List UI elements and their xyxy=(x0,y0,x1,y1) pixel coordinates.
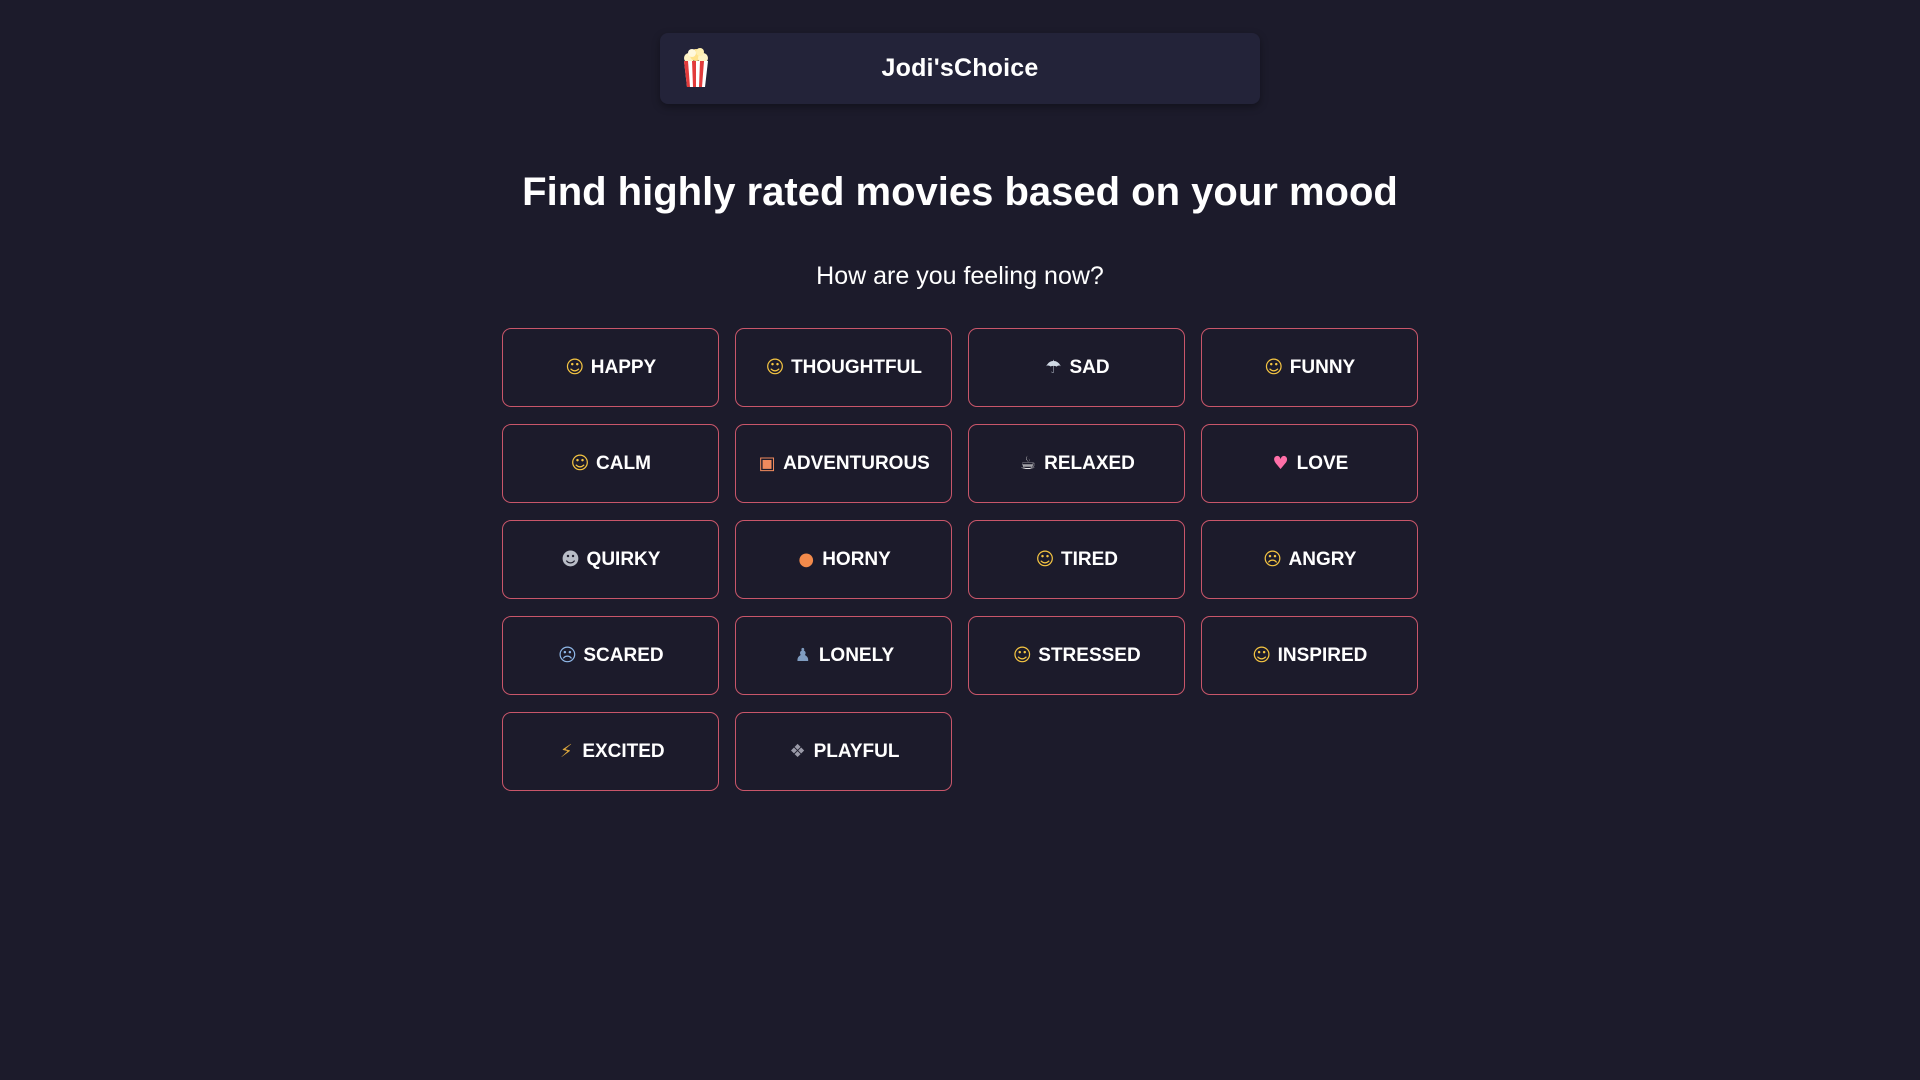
brand-title[interactable]: Jodi'sChoice xyxy=(660,33,1260,104)
mood-label: EXCITED xyxy=(582,740,665,762)
bust-silhouette-icon: ♟ xyxy=(794,644,811,666)
mood-label: HORNY xyxy=(822,548,891,570)
mood-label: SCARED xyxy=(583,644,664,666)
mood-label: FUNNY xyxy=(1289,356,1356,378)
grimacing-face-icon: ☺ xyxy=(1012,644,1032,666)
mood-button-funny[interactable]: ☺ FUNNY xyxy=(1201,328,1418,407)
mood-label: PLAYFUL xyxy=(813,740,900,762)
hot-beverage-icon: ☕ xyxy=(1020,452,1037,474)
grinning-face-icon: ☺ xyxy=(565,356,585,378)
rain-cloud-icon: ☂ xyxy=(1045,356,1062,378)
mood-label: INSPIRED xyxy=(1277,644,1368,666)
page: Jodi'sChoice Find highly rated movies ba… xyxy=(0,0,1920,1080)
pensive-face-icon: ☺ xyxy=(570,452,590,474)
mood-label: ADVENTUROUS xyxy=(783,452,930,474)
nerd-face-icon: ☺ xyxy=(1252,644,1271,666)
mood-button-thoughtful[interactable]: ☺ THOUGHTFUL xyxy=(735,328,952,407)
mood-grid: ☺ HAPPY ☺ THOUGHTFUL ☂ SAD ☺ FUNNY ☺ CALM ▣ ADVENTU… xyxy=(502,328,1418,791)
mood-label: ANGRY xyxy=(1288,548,1357,570)
mood-label: STRESSED xyxy=(1038,644,1141,666)
mood-label: LOVE xyxy=(1296,452,1349,474)
mood-label: HAPPY xyxy=(590,356,657,378)
thinking-face-icon: ☺ xyxy=(765,356,785,378)
sleeping-face-icon: ☺ xyxy=(1035,548,1055,570)
mood-button-quirky[interactable]: ☻ QUIRKY xyxy=(502,520,719,599)
paw-prints-icon: ❖ xyxy=(789,740,806,762)
roller-coaster-icon: ⚡ xyxy=(559,740,573,762)
mood-button-love[interactable]: ♥ LOVE xyxy=(1201,424,1418,503)
mood-button-lonely[interactable]: ♟ LONELY xyxy=(735,616,952,695)
mood-button-calm[interactable]: ☺ CALM xyxy=(502,424,719,503)
mood-button-angry[interactable]: ☹ ANGRY xyxy=(1201,520,1418,599)
mood-label: LONELY xyxy=(818,644,895,666)
peach-icon: ● xyxy=(798,548,815,570)
mood-prompt: How are you feeling now? xyxy=(816,262,1104,290)
mood-label: THOUGHTFUL xyxy=(791,356,922,378)
mood-button-tired[interactable]: ☺ TIRED xyxy=(968,520,1185,599)
page-headline: Find highly rated movies based on your m… xyxy=(522,170,1398,214)
mood-button-horny[interactable]: ● HORNY xyxy=(735,520,952,599)
mood-label: RELAXED xyxy=(1044,452,1135,474)
mood-label: SAD xyxy=(1069,356,1110,378)
mood-button-relaxed[interactable]: ☕ RELAXED xyxy=(968,424,1185,503)
mood-button-excited[interactable]: ⚡ EXCITED xyxy=(502,712,719,791)
mood-button-scared[interactable]: ☹ SCARED xyxy=(502,616,719,695)
sunrise-picture-icon: ▣ xyxy=(758,452,776,474)
mood-button-happy[interactable]: ☺ HAPPY xyxy=(502,328,719,407)
alien-icon: ☻ xyxy=(561,548,580,570)
mood-label: TIRED xyxy=(1061,548,1118,570)
app-header: Jodi'sChoice xyxy=(660,33,1260,104)
fearful-face-icon: ☹ xyxy=(557,644,577,666)
tears-of-joy-face-icon: ☺ xyxy=(1264,356,1284,378)
mood-button-stressed[interactable]: ☺ STRESSED xyxy=(968,616,1185,695)
mood-button-playful[interactable]: ❖ PLAYFUL xyxy=(735,712,952,791)
mood-label: QUIRKY xyxy=(586,548,661,570)
mood-button-inspired[interactable]: ☺ INSPIRED xyxy=(1201,616,1418,695)
angry-face-icon: ☹ xyxy=(1263,548,1282,570)
mood-label: CALM xyxy=(596,452,651,474)
mood-button-sad[interactable]: ☂ SAD xyxy=(968,328,1185,407)
mood-button-adventurous[interactable]: ▣ ADVENTUROUS xyxy=(735,424,952,503)
sparkling-heart-icon: ♥ xyxy=(1272,452,1289,474)
